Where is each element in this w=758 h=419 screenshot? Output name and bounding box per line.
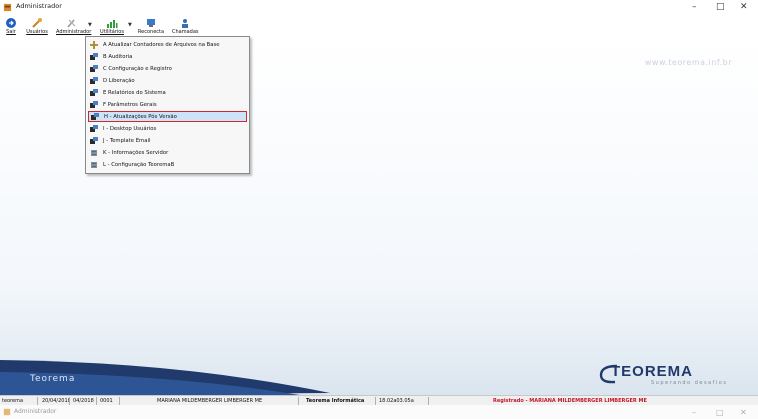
menu-item-label: A Atualizar Contadores de Arquivos na Ba… [103,41,220,48]
status-user: teorema [0,397,38,405]
background-close-button[interactable]: ✕ [740,408,747,417]
menu-item-general-params[interactable]: F Parâmetros Gerais [88,100,247,111]
status-company: MARIANA MILDEMBERGER LIMBERGER ME [121,397,299,405]
update-counters-icon [90,41,98,49]
exit-label: Sair [6,29,16,35]
menu-item-config-registry[interactable]: C Configuração e Registro [88,64,247,75]
users-icon [32,18,42,28]
status-version: 18.02a03.05a [377,397,429,405]
menu-item-post-version-updates[interactable]: H - Atualizações Pós Versão [88,111,247,122]
reconnect-icon [147,19,155,27]
menu-item-desktop-users[interactable]: I - Desktop Usuários [88,124,247,135]
menu-item-label: L - Configuração TeoremaB [103,161,175,168]
background-minimize-button[interactable]: – [692,408,696,417]
exit-icon [6,18,16,28]
app-icon [3,3,12,12]
minimize-button[interactable]: – [692,2,697,12]
calls-button[interactable]: Chamadas [172,16,199,38]
menu-item-label: K - Informações Servidor [103,149,169,156]
status-date: 20/04/2018 [42,397,70,405]
server-icon [91,162,97,168]
maximize-button[interactable]: □ [716,2,725,12]
menu-item-label: E Relatórios do Sistema [103,89,166,96]
background-window-title: Administrador [14,408,57,415]
logo-subtitle: Superando desafios [651,380,728,386]
close-button[interactable]: ✕ [740,2,748,12]
module-icon [90,89,98,96]
status-period: 04/2018 [71,397,97,405]
banner-text: Teorema [30,374,76,384]
company-logo: TEOREMA Superando desafios [597,363,747,387]
menu-item-label: F Parâmetros Gerais [103,101,157,108]
utilities-dropdown-arrow-icon[interactable]: ▼ [128,22,134,30]
menu-item-system-reports[interactable]: E Relatórios do Sistema [88,88,247,99]
toolbar: Sair Usuários Administrador ▼ Utilitário… [0,16,758,38]
users-label: Usuários [26,29,48,35]
menu-item-label: D Liberação [103,77,135,84]
background-window-titlebar[interactable]: Administrador – □ ✕ [0,405,758,419]
menu-item-label: H - Atualizações Pós Versão [104,113,177,120]
application-window: Administrador – □ ✕ Sair Usuários Admini… [0,0,758,419]
background-app-icon [3,408,11,416]
module-icon [90,65,98,72]
module-icon [90,137,98,144]
status-bar: teorema 20/04/2018 04/2018 0001 MARIANA … [0,395,758,405]
admin-button[interactable]: Administrador [56,16,92,38]
status-code: 0001 [98,397,120,405]
logo-name: TEOREMA [611,363,693,380]
module-icon [91,113,99,120]
module-icon [90,101,98,108]
exit-button[interactable]: Sair [2,16,20,38]
module-icon [90,77,98,84]
menu-item-config-teoremab[interactable]: L - Configuração TeoremaB [88,160,247,171]
menu-item-audit[interactable]: B Auditoria [88,52,247,63]
module-icon [90,53,98,60]
admin-dropdown-menu: A Atualizar Contadores de Arquivos na Ba… [85,36,250,174]
menu-item-update-counters[interactable]: A Atualizar Contadores de Arquivos na Ba… [88,40,247,51]
calls-label: Chamadas [172,29,199,35]
window-title: Administrador [16,2,62,10]
menu-item-label: C Configuração e Registro [103,65,172,72]
users-button[interactable]: Usuários [22,16,52,38]
website-watermark: www.teorema.inf.br [644,58,732,67]
reconnect-label: Reconecta [137,29,165,35]
utilities-label: Utilitários [100,29,124,35]
server-icon [91,150,97,156]
menu-item-label: I - Desktop Usuários [103,125,157,132]
menu-item-release[interactable]: D Liberação [88,76,247,87]
admin-dropdown-arrow-icon[interactable]: ▼ [88,22,94,30]
calls-icon [182,19,188,28]
module-icon [90,125,98,132]
reconnect-button[interactable]: Reconecta [136,16,166,38]
status-vendor: Teorema Informática [304,397,376,405]
utilities-chart-icon [107,20,118,28]
menu-item-label: J - Template Email [103,137,151,144]
background-maximize-button[interactable]: □ [716,408,724,417]
title-bar: Administrador – □ ✕ [0,0,758,16]
admin-label: Administrador [56,29,92,35]
menu-item-template-email[interactable]: J - Template Email [88,136,247,147]
menu-item-server-info[interactable]: K - Informações Servidor [88,148,247,159]
menu-item-label: B Auditoria [103,53,133,60]
utilities-button[interactable]: Utilitários [98,16,126,38]
admin-tools-icon [67,19,76,28]
status-registered: Registrado - MARIANA MILDEMBERGER LIMBER… [493,398,647,404]
